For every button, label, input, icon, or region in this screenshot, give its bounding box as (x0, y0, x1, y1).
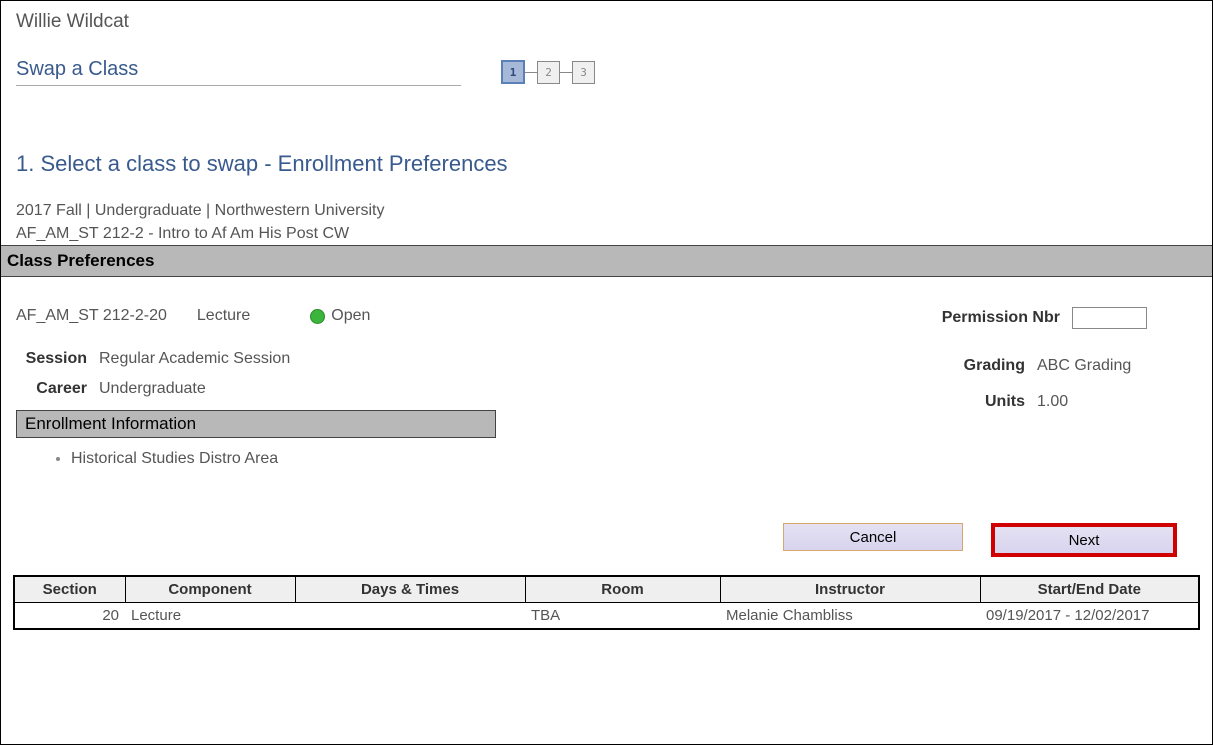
career-value: Undergraduate (99, 380, 206, 398)
career-label: Career (24, 380, 99, 398)
col-start-end: Start/End Date (980, 577, 1198, 603)
permission-nbr-label: Permission Nbr (942, 309, 1060, 327)
term-context: 2017 Fall | Undergraduate | Northwestern… (1, 202, 1212, 225)
step-heading: 1. Select a class to swap - Enrollment P… (1, 86, 1212, 202)
step-connector (525, 72, 537, 73)
enrollment-info-heading: Enrollment Information (16, 410, 496, 438)
col-section: Section (15, 577, 125, 603)
enrollment-info-list: Historical Studies Distro Area (16, 438, 666, 498)
step-1: 1 (501, 60, 525, 84)
progress-stepper: 1 2 3 (501, 60, 595, 84)
units-value: 1.00 (1037, 393, 1147, 411)
class-section-row: AF_AM_ST 212-2-20 Lecture Open (16, 307, 666, 325)
user-name: Willie Wildcat (1, 1, 1212, 58)
class-section-id: AF_AM_ST 212-2-20 (16, 307, 167, 325)
table-row: 20 Lecture TBA Melanie Chambliss 09/19/2… (15, 603, 1198, 629)
cell-start-end: 09/19/2017 - 12/02/2017 (980, 603, 1198, 629)
sections-table: Section Component Days & Times Room Inst… (13, 575, 1200, 630)
session-label: Session (24, 350, 99, 368)
class-component: Lecture (197, 307, 250, 325)
col-component: Component (125, 577, 295, 603)
page-title: Swap a Class (16, 58, 461, 86)
grading-value: ABC Grading (1037, 357, 1147, 375)
step-connector (560, 72, 572, 73)
permission-nbr-input[interactable] (1072, 307, 1147, 329)
status-open-icon (310, 309, 325, 324)
step-2: 2 (537, 61, 560, 84)
col-instructor: Instructor (720, 577, 980, 603)
list-item: Historical Studies Distro Area (71, 450, 666, 468)
next-button[interactable]: Next (991, 523, 1177, 557)
cell-component: Lecture (125, 603, 295, 629)
cell-room: TBA (525, 603, 720, 629)
class-identifier: AF_AM_ST 212-2 - Intro to Af Am His Post… (1, 225, 1212, 245)
grading-label: Grading (957, 357, 1037, 375)
units-label: Units (957, 393, 1037, 411)
class-preferences-heading: Class Preferences (1, 245, 1212, 277)
cell-instructor: Melanie Chambliss (720, 603, 980, 629)
enrollment-info-item: Historical Studies Distro Area (71, 450, 278, 467)
session-value: Regular Academic Session (99, 350, 290, 368)
col-days-times: Days & Times (295, 577, 525, 603)
class-status: Open (331, 307, 370, 325)
cancel-button[interactable]: Cancel (783, 523, 963, 551)
col-room: Room (525, 577, 720, 603)
step-3: 3 (572, 61, 595, 84)
cell-days-times (295, 603, 525, 629)
cell-section: 20 (15, 603, 125, 629)
